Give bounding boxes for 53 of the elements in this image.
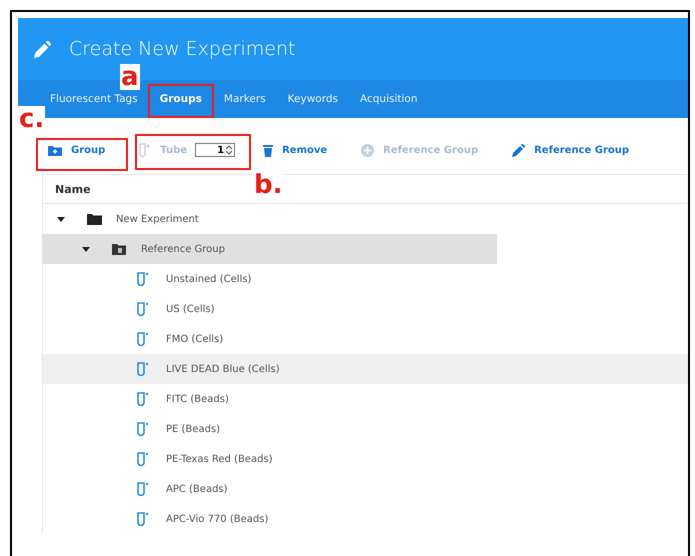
reference-folder-icon	[112, 244, 126, 254]
tree-row[interactable]: Unstained (Cells)	[43, 264, 688, 294]
tree-row[interactable]: APC-Vio 770 (Beads)	[43, 504, 688, 534]
folder-icon	[87, 214, 102, 224]
tree-label: New Experiment	[116, 214, 199, 224]
tube-icon	[137, 272, 149, 286]
tab[interactable]: Acquisition	[350, 90, 428, 108]
add-group-button[interactable]: Group	[38, 140, 116, 160]
tree-label: APC (Beads)	[166, 484, 228, 494]
pencil-icon	[512, 144, 526, 156]
tree-row[interactable]: US (Cells)	[43, 294, 688, 324]
plus-circle-icon	[361, 144, 374, 156]
pencil-icon	[34, 40, 51, 58]
number-stepper[interactable]: 1	[195, 143, 236, 157]
tab[interactable]: Markers	[214, 90, 276, 108]
tree-label: Reference Group	[141, 244, 225, 254]
tree-label: Unstained (Cells)	[166, 274, 252, 284]
tree-label: US (Cells)	[166, 304, 215, 314]
tree-label: FITC (Beads)	[166, 394, 229, 404]
tab[interactable]: Keywords	[278, 90, 348, 108]
tree-row[interactable]: Reference Group	[43, 234, 497, 264]
tree-row[interactable]: LIVE DEAD Blue (Cells)	[43, 354, 688, 384]
tree-row[interactable]: FITC (Beads)	[43, 384, 688, 414]
tube-plus-icon	[139, 143, 152, 157]
tube-icon	[137, 362, 149, 376]
highlight-frame	[148, 84, 214, 118]
tube-icon	[137, 422, 149, 436]
annotation-label: a	[120, 64, 140, 90]
tube-icon	[137, 512, 149, 526]
tree-row[interactable]: PE (Beads)	[43, 414, 688, 444]
edit-reference-group-button[interactable]: Reference Group	[502, 140, 640, 160]
tree-label: PE-Texas Red (Beads)	[166, 454, 273, 464]
tree-label: APC-Vio 770 (Beads)	[166, 514, 268, 524]
trash-icon	[263, 144, 274, 156]
folder-plus-icon	[48, 144, 62, 156]
stepper-arrows-icon[interactable]	[226, 145, 232, 155]
tube-icon	[137, 482, 149, 496]
tube-icon	[137, 452, 149, 466]
tree-label: PE (Beads)	[166, 424, 220, 434]
tube-icon	[137, 392, 149, 406]
tree-row[interactable]: New Experiment	[43, 204, 688, 234]
tree-row[interactable]: FMO (Cells)	[43, 324, 688, 354]
remove-button[interactable]: Remove	[253, 140, 338, 160]
tube-icon	[137, 332, 149, 346]
tree-row[interactable]: PE-Texas Red (Beads)	[43, 444, 688, 474]
chevron-icon[interactable]	[82, 246, 90, 252]
window-title: Create New Experiment	[69, 38, 296, 60]
tree-label: LIVE DEAD Blue (Cells)	[166, 364, 280, 374]
tree-row[interactable]: APC (Beads)	[43, 474, 688, 504]
tube-icon	[137, 302, 149, 316]
chevron-icon[interactable]	[57, 216, 65, 222]
tree-label: FMO (Cells)	[166, 334, 224, 344]
tab[interactable]: Fluorescent Tags	[40, 90, 148, 108]
